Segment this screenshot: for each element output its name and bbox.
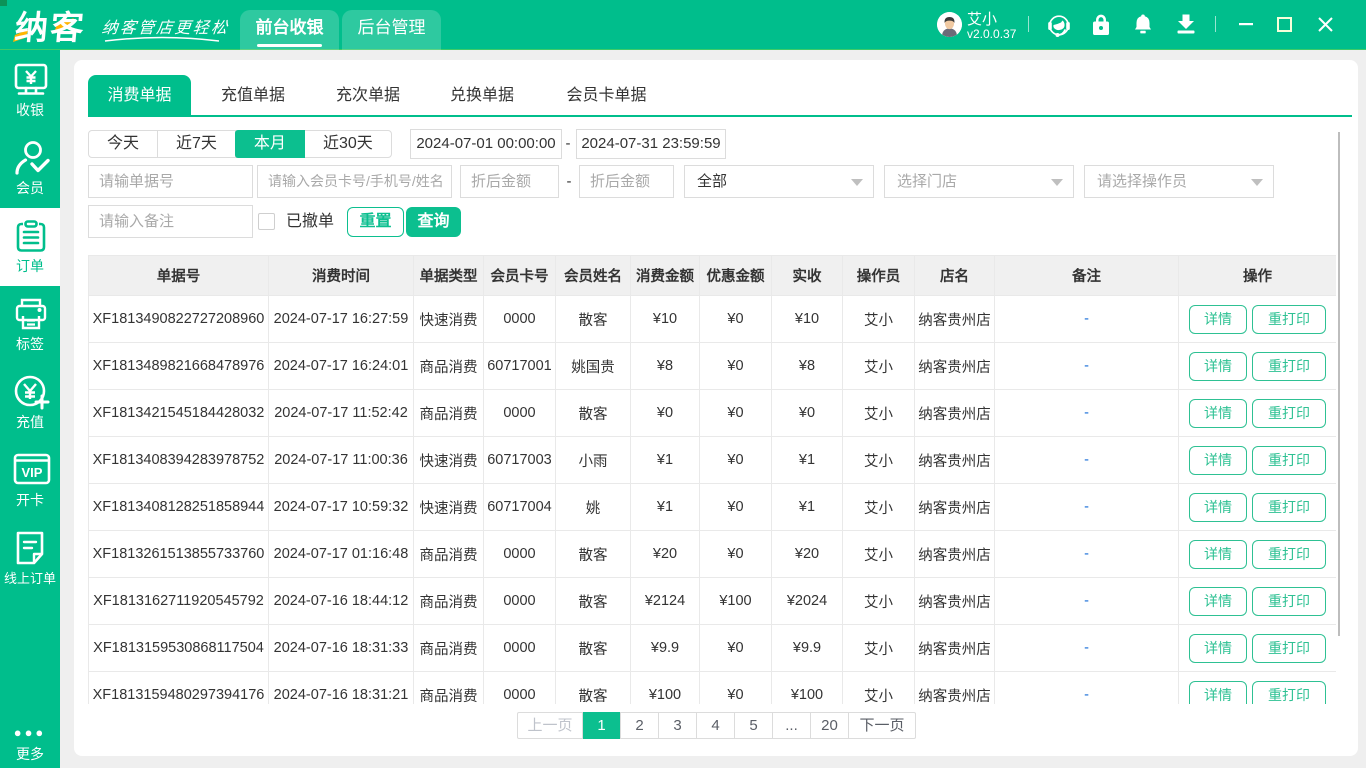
svg-text:VIP: VIP [22,465,43,480]
